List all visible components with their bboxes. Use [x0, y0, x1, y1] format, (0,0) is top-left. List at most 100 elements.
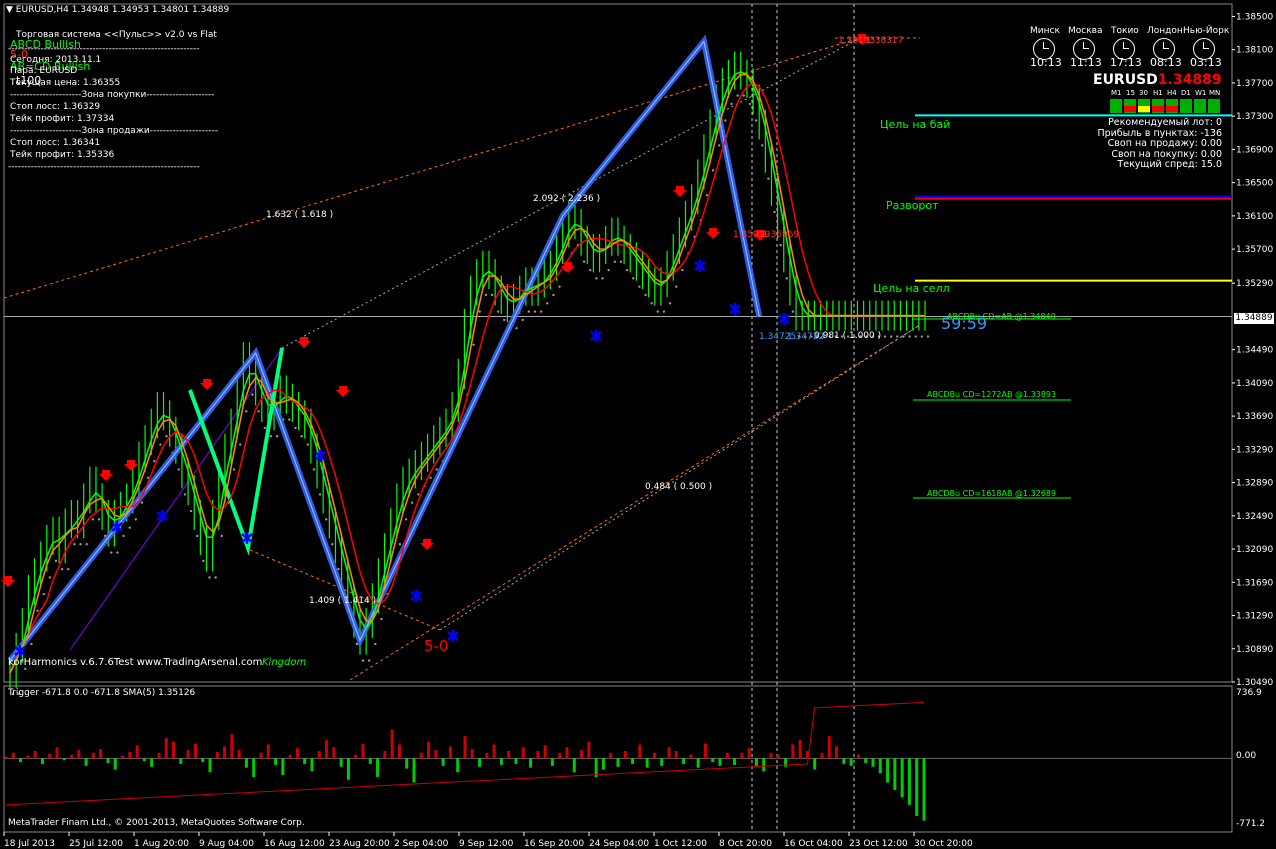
kingdom-label: Kingdom: [262, 657, 307, 668]
y-tick-label: 1.38100: [1236, 46, 1273, 56]
reversal-label: Разворот: [886, 199, 939, 212]
psar-dot: [60, 567, 64, 571]
target-sell-label: Цель на селл: [873, 282, 950, 295]
x-tick-label: 16 Oct 04:00: [784, 839, 843, 849]
y-tick-label: 1.37300: [1236, 112, 1273, 122]
psar-dot: [754, 119, 758, 122]
clock-city-0: Минск: [1030, 26, 1060, 36]
tf-label-2: 30: [1139, 89, 1148, 97]
psar-dot: [245, 410, 248, 413]
x-tick-label: 23 Oct 12:00: [849, 839, 908, 849]
x-tick-label: 16 Aug 12:00: [264, 839, 325, 849]
tf-cell-red-3: [1152, 106, 1164, 112]
psar-dot: [263, 426, 266, 430]
x-tick-label: 1 Oct 12:00: [654, 839, 707, 849]
point-5-0-label: 5-0: [424, 637, 449, 655]
tf-box-0: [1110, 99, 1122, 113]
sell-arrow-icon: [297, 337, 311, 348]
y-tick-label: 1.36100: [1236, 212, 1273, 222]
y-tick-label: 1.35700: [1236, 245, 1273, 255]
psar-dot: [417, 493, 420, 496]
psar-dot: [159, 443, 162, 446]
tf-label-5: D1: [1181, 89, 1191, 97]
y-tick-label: 1.36500: [1236, 179, 1273, 189]
x-tick-label: 16 Sep 20:00: [524, 839, 584, 849]
psar-dot: [902, 335, 905, 338]
psar-dot: [128, 526, 131, 529]
sell-arrow-icon: [706, 228, 720, 239]
price-header-value: 1.34889: [1157, 72, 1222, 88]
stat-0: Рекомендуемый лот: 0: [1108, 117, 1222, 128]
symbol-header[interactable]: ▼ EURUSD,H4 1.34948 1.34953 1.34801 1.34…: [6, 5, 229, 16]
panel-row-4: Стоп лосс: 1.36329: [10, 102, 101, 112]
top-price-label-2: 1.38317: [866, 36, 904, 46]
psar-dot: [644, 293, 647, 297]
psar-dot: [355, 642, 359, 646]
psar-dot: [496, 310, 500, 313]
panel-row-0: Сегодня: 2013.11.1: [10, 55, 102, 65]
psar-dot: [331, 543, 334, 546]
psar-dot: [251, 393, 254, 396]
psar-dot: [318, 493, 322, 496]
tf-cell-red-4: [1166, 106, 1178, 112]
psar-dot: [202, 559, 205, 563]
psar-dot: [724, 119, 727, 122]
psar-dot: [48, 576, 52, 579]
fib-label-2: 2.092 ( 2.236 ): [533, 194, 601, 204]
psar-dot: [613, 260, 617, 263]
psar-dot: [681, 268, 684, 272]
indicator-y-mid: 0.00: [1236, 751, 1257, 761]
clock-city-2: Токио: [1111, 26, 1139, 36]
psar-dot: [177, 468, 181, 471]
psar-dot: [275, 435, 279, 438]
psar-dot: [140, 501, 144, 504]
clock-city-1: Москва: [1068, 26, 1103, 36]
stats-panel: Рекомендуемый лот: 0 Прибыль в пунктах: …: [1080, 117, 1222, 171]
timeframe-strip: M1 15 30 H1 H4 D1 W1 MN: [1110, 88, 1224, 116]
psar-dot: [110, 551, 113, 554]
indicator-y-top: 736.9: [1236, 688, 1262, 698]
psar-dot: [521, 318, 524, 322]
psar-dot: [478, 310, 481, 313]
psar-dot: [91, 518, 95, 521]
psar-dot: [920, 335, 924, 338]
psar-dot: [257, 410, 260, 413]
sell-arrow-icon: [336, 386, 350, 397]
psar-dot: [116, 551, 119, 554]
tf-cell-yellow-2: [1138, 106, 1150, 112]
psar-dot: [515, 327, 518, 330]
indicator-y-bottom: -771.2: [1236, 819, 1266, 829]
psar-dot: [189, 509, 193, 513]
x-tick-label: 25 Jul 12:00: [69, 839, 123, 849]
psar-dot: [736, 94, 739, 97]
psar-dot: [294, 426, 297, 430]
psar-dot: [208, 576, 211, 579]
x-tick-label: 9 Sep 12:00: [459, 839, 514, 849]
x-tick-label: 8 Oct 20:00: [719, 839, 772, 849]
psar-dot: [748, 102, 752, 106]
sell-arrow-icon: [1, 576, 15, 587]
x-tick-label: 30 Oct 20:00: [914, 839, 973, 849]
psar-dot: [300, 435, 303, 438]
psar-dot: [656, 310, 659, 313]
psar-dot: [883, 335, 887, 338]
buy-arrow-icon: [590, 330, 602, 342]
panel-row-8: Тейк профит: 1.35336: [10, 150, 115, 160]
y-tick-label: 1.37700: [1236, 79, 1273, 89]
panel-row-6: ----------------------Зона продажи------…: [10, 126, 218, 136]
tf-label-3: H1: [1153, 89, 1163, 97]
target-buy-label: Цель на бай: [880, 118, 951, 131]
psar-dot: [896, 335, 899, 338]
psar-dot: [767, 177, 770, 180]
psar-dot: [595, 277, 598, 280]
y-tick-label: 1.34090: [1236, 379, 1273, 389]
price-bars: [9, 51, 930, 696]
psar-dot: [908, 335, 911, 338]
psar-dot: [705, 194, 709, 197]
panel-separator: ----------------------------------------…: [8, 44, 200, 54]
price-header: EURUSD1.34889: [1093, 72, 1222, 88]
psar-dot: [527, 310, 531, 313]
psar-dot: [914, 335, 917, 338]
clock-time-1: 11:13: [1070, 56, 1102, 69]
psar-dot: [773, 210, 776, 214]
